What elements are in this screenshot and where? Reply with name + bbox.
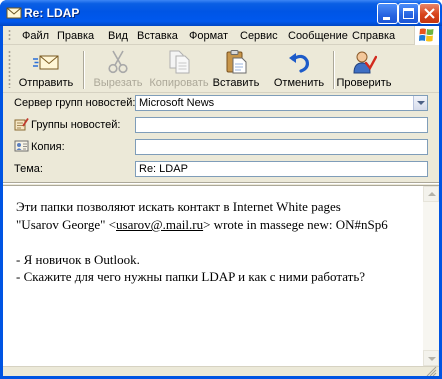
menu-tools[interactable]: Сервис xyxy=(240,30,278,42)
cc-label: Копия: xyxy=(31,141,65,153)
scroll-down-button[interactable] xyxy=(423,350,439,366)
status-bar xyxy=(3,366,439,376)
window: Re: LDAP Файл Правка Вид Вставка Формат … xyxy=(0,0,442,379)
close-icon xyxy=(424,8,435,19)
header-divider xyxy=(3,182,439,184)
undo-button[interactable]: Отменить xyxy=(268,49,330,91)
menu-message[interactable]: Сообщение xyxy=(288,30,348,42)
vertical-scrollbar[interactable] xyxy=(423,186,439,366)
cut-button-label: Вырезать xyxy=(93,77,143,89)
email-link[interactable]: usarov@.mail.ru xyxy=(116,217,203,232)
menu-format[interactable]: Формат xyxy=(189,30,228,42)
address-card-icon[interactable] xyxy=(14,139,29,153)
body-line-1: Эти папки позволяют искать контакт в Int… xyxy=(16,199,341,214)
server-label: Сервер групп новостей: xyxy=(14,97,136,109)
menu-view[interactable]: Вид xyxy=(108,30,128,42)
copy-icon xyxy=(169,50,190,74)
check-names-button[interactable]: Проверить xyxy=(336,49,392,91)
arrow-up-icon xyxy=(428,192,436,196)
send-button[interactable]: Отправить xyxy=(13,49,79,91)
message-icon xyxy=(6,5,22,21)
maximize-button[interactable] xyxy=(398,3,419,24)
arrow-down-icon xyxy=(428,357,436,361)
undo-icon xyxy=(289,53,309,73)
menu-gripper[interactable] xyxy=(8,29,11,42)
newsgroups-label: Группы новостей: xyxy=(31,119,121,131)
quote-suffix: > wrote in massege new: ON#nSp6 xyxy=(203,217,388,232)
paste-button[interactable]: Вставить xyxy=(210,49,262,91)
toolbar-separator xyxy=(83,51,85,89)
close-button[interactable] xyxy=(419,3,440,24)
send-button-label: Отправить xyxy=(18,77,74,89)
toolbar-gripper[interactable] xyxy=(8,50,11,88)
check-names-icon xyxy=(353,51,377,74)
scroll-up-button[interactable] xyxy=(423,186,439,202)
body-line-3: - Я новичок в Outlook. xyxy=(16,252,140,267)
cc-field[interactable] xyxy=(135,139,428,155)
minimize-button[interactable] xyxy=(377,3,398,24)
subject-label: Тема: xyxy=(14,163,43,175)
windows-logo-icon xyxy=(414,26,439,45)
paste-icon xyxy=(226,50,247,74)
subject-field[interactable] xyxy=(135,161,428,177)
title-bar[interactable]: Re: LDAP xyxy=(0,0,442,26)
menu-help[interactable]: Справка xyxy=(352,30,395,42)
body-line-2: "Usarov George" <usarov@.mail.ru> wrote … xyxy=(16,216,388,233)
toolbar-separator xyxy=(333,51,335,89)
body-line-4: - Скажите для чего нужны папки LDAP и ка… xyxy=(16,269,366,284)
quote-author: "Usarov George" < xyxy=(16,217,117,232)
check-names-button-label: Проверить xyxy=(336,77,392,89)
resize-grip-icon[interactable] xyxy=(426,366,437,376)
menu-edit[interactable]: Правка xyxy=(57,30,94,42)
chevron-down-icon xyxy=(417,101,425,105)
cut-button[interactable]: Вырезать xyxy=(89,49,147,91)
minimize-icon xyxy=(383,17,390,20)
menu-insert[interactable]: Вставка xyxy=(137,30,178,42)
menu-file[interactable]: Файл xyxy=(22,30,49,42)
window-title: Re: LDAP xyxy=(24,6,80,20)
scissors-icon xyxy=(108,50,128,74)
maximize-icon xyxy=(403,8,414,19)
newsgroups-icon[interactable] xyxy=(14,117,29,131)
newsgroups-field[interactable] xyxy=(135,117,428,133)
paste-button-label: Вставить xyxy=(212,77,260,89)
undo-button-label: Отменить xyxy=(273,77,325,89)
send-icon xyxy=(33,55,59,70)
server-dropdown[interactable]: Microsoft News xyxy=(135,95,428,111)
dropdown-button[interactable] xyxy=(413,96,427,110)
server-value: Microsoft News xyxy=(139,97,215,109)
copy-button-label: Копировать xyxy=(149,77,209,89)
copy-button[interactable]: Копировать xyxy=(148,49,210,91)
